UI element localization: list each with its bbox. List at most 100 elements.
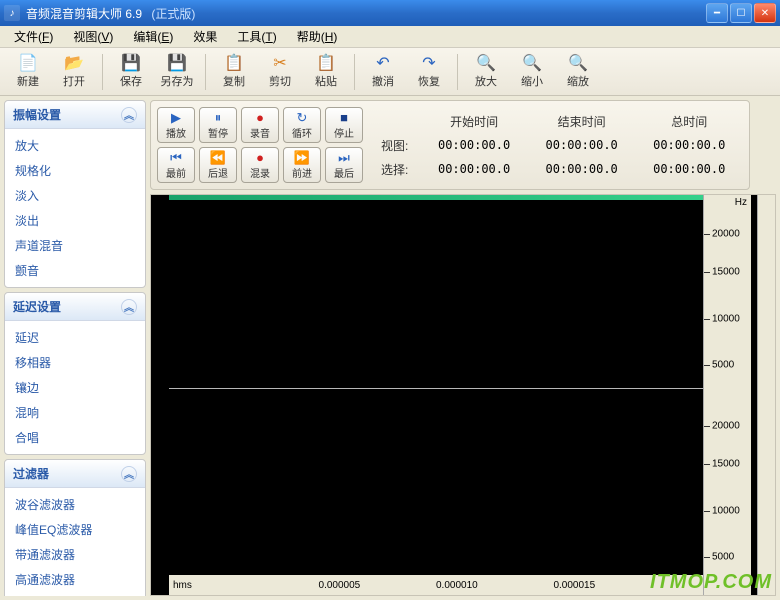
sidebar-item-淡入[interactable]: 淡入 xyxy=(5,183,145,208)
sidebar-item-低通滤波器[interactable]: 低通滤波器 xyxy=(5,592,145,596)
y-tick: 15000 xyxy=(712,267,740,278)
first-button[interactable]: ⏮最前 xyxy=(157,147,195,183)
y-tick: 10000 xyxy=(712,505,740,516)
loop-icon: ↻ xyxy=(297,111,308,124)
record-icon: ● xyxy=(256,111,264,124)
spec-right-gutter xyxy=(757,195,775,595)
time-header: 总时间 xyxy=(643,113,735,130)
sidebar-item-镶边[interactable]: 镶边 xyxy=(5,375,145,400)
sidebar-item-高通滤波器[interactable]: 高通滤波器 xyxy=(5,567,145,592)
paste-button[interactable]: 📋粘贴 xyxy=(304,50,348,94)
forward-button[interactable]: ⏩前进 xyxy=(283,147,321,183)
content: ▶播放⏸暂停●录音↻循环■停止 ⏮最前⏪后退●混录⏩前进⏭最后 开始时间结束时间… xyxy=(150,100,776,596)
play-button[interactable]: ▶播放 xyxy=(157,107,195,143)
time-value: 00:00:00.0 xyxy=(536,162,628,176)
mix-button[interactable]: ●混录 xyxy=(241,147,279,183)
first-icon: ⏮ xyxy=(170,151,182,164)
spec-ruler-y: Hz 2000015000100005000200001500010000500… xyxy=(703,195,751,595)
sidebar-item-合唱[interactable]: 合唱 xyxy=(5,425,145,450)
stop-icon: ■ xyxy=(340,111,348,124)
menu-帮助[interactable]: 帮助(H) xyxy=(287,26,348,47)
sidebar-item-移相器[interactable]: 移相器 xyxy=(5,350,145,375)
new-icon: 📄 xyxy=(19,54,37,72)
app-icon: ♪ xyxy=(4,5,20,21)
menu-文件[interactable]: 文件(F) xyxy=(4,26,63,47)
menu-工具[interactable]: 工具(T) xyxy=(227,26,286,47)
cut-icon: ✂ xyxy=(271,54,289,72)
panel-filter: 过滤器︽波谷滤波器峰值EQ滤波器带通滤波器高通滤波器低通滤波器高频提升低频提升 xyxy=(4,459,146,596)
spec-canvas[interactable] xyxy=(169,201,703,575)
mix-icon: ● xyxy=(256,151,264,164)
new-button[interactable]: 📄新建 xyxy=(6,50,50,94)
save-icon: 💾 xyxy=(122,54,140,72)
panel-header-filter[interactable]: 过滤器︽ xyxy=(5,460,145,488)
sidebar-item-声道混音[interactable]: 声道混音 xyxy=(5,233,145,258)
loop-button[interactable]: ↻循环 xyxy=(283,107,321,143)
sidebar-item-带通滤波器[interactable]: 带通滤波器 xyxy=(5,542,145,567)
last-button[interactable]: ⏭最后 xyxy=(325,147,363,183)
spec-divider xyxy=(169,388,703,389)
minimize-button[interactable]: ━ xyxy=(706,3,728,23)
spectrogram-area: hms 0.0000050.0000100.000015 Hz 20000150… xyxy=(150,194,776,596)
zoomin-button[interactable]: 🔍放大 xyxy=(464,50,508,94)
cut-button[interactable]: ✂剪切 xyxy=(258,50,302,94)
close-button[interactable]: ✕ xyxy=(754,3,776,23)
spec-left-gutter xyxy=(151,195,169,595)
menu-视图[interactable]: 视图(V) xyxy=(63,26,123,47)
panel-header-delay[interactable]: 延迟设置︽ xyxy=(5,293,145,321)
maximize-button[interactable]: ☐ xyxy=(730,3,752,23)
sidebar: 振幅设置︽ 放大规格化淡入淡出声道混音颤音延迟设置︽ 延迟移相器镶边混响合唱过滤器︽… xyxy=(4,100,146,596)
back-icon: ⏪ xyxy=(210,151,226,164)
open-button[interactable]: 📂打开 xyxy=(52,50,96,94)
chevron-up-icon: ︽ xyxy=(121,299,137,315)
y-unit-label: Hz xyxy=(704,195,751,211)
sidebar-item-颤音[interactable]: 颤音 xyxy=(5,258,145,283)
record-button[interactable]: ●录音 xyxy=(241,107,279,143)
zoom-icon: 🔍 xyxy=(569,54,587,72)
saveas-button[interactable]: 💾另存为 xyxy=(155,50,199,94)
time-value: 00:00:00.0 xyxy=(643,138,735,152)
x-unit-label: hms xyxy=(173,580,192,591)
transport-buttons: ▶播放⏸暂停●录音↻循环■停止 ⏮最前⏪后退●混录⏩前进⏭最后 xyxy=(157,107,363,183)
menu-编辑[interactable]: 编辑(E) xyxy=(123,26,183,47)
pause-icon: ⏸ xyxy=(215,111,222,124)
menu-效果[interactable]: 效果 xyxy=(183,26,227,47)
sidebar-item-峰值EQ滤波器[interactable]: 峰值EQ滤波器 xyxy=(5,517,145,542)
back-button[interactable]: ⏪后退 xyxy=(199,147,237,183)
sidebar-item-波谷滤波器[interactable]: 波谷滤波器 xyxy=(5,492,145,517)
zoomin-icon: 🔍 xyxy=(477,54,495,72)
open-icon: 📂 xyxy=(65,54,83,72)
save-button[interactable]: 💾保存 xyxy=(109,50,153,94)
copy-button[interactable]: 📋复制 xyxy=(212,50,256,94)
time-value: 00:00:00.0 xyxy=(643,162,735,176)
sidebar-item-放大[interactable]: 放大 xyxy=(5,133,145,158)
toolbar: 📄新建📂打开 💾保存💾另存为 📋复制✂剪切📋粘贴 ↶撤消↷恢复 🔍放大🔍缩小🔍缩放 xyxy=(0,48,780,96)
time-header: 开始时间 xyxy=(428,113,520,130)
chevron-up-icon: ︽ xyxy=(121,466,137,482)
stop-button[interactable]: ■停止 xyxy=(325,107,363,143)
pause-button[interactable]: ⏸暂停 xyxy=(199,107,237,143)
sidebar-item-规格化[interactable]: 规格化 xyxy=(5,158,145,183)
paste-icon: 📋 xyxy=(317,54,335,72)
time-grid: 开始时间结束时间总时间视图:00:00:00.000:00:00.000:00:… xyxy=(373,107,743,183)
chevron-up-icon: ︽ xyxy=(121,107,137,123)
forward-icon: ⏩ xyxy=(294,151,310,164)
y-tick: 5000 xyxy=(712,551,734,562)
zoom-button[interactable]: 🔍缩放 xyxy=(556,50,600,94)
time-row-label: 选择: xyxy=(381,161,412,178)
undo-icon: ↶ xyxy=(374,54,392,72)
sidebar-item-延迟[interactable]: 延迟 xyxy=(5,325,145,350)
sidebar-item-混响[interactable]: 混响 xyxy=(5,400,145,425)
time-value: 00:00:00.0 xyxy=(428,162,520,176)
transport-panel: ▶播放⏸暂停●录音↻循环■停止 ⏮最前⏪后退●混录⏩前进⏭最后 开始时间结束时间… xyxy=(150,100,750,190)
redo-button[interactable]: ↷恢复 xyxy=(407,50,451,94)
sidebar-item-淡出[interactable]: 淡出 xyxy=(5,208,145,233)
panel-header-amplitude[interactable]: 振幅设置︽ xyxy=(5,101,145,129)
last-icon: ⏭ xyxy=(338,151,350,164)
menubar: 文件(F)视图(V)编辑(E)效果工具(T)帮助(H) xyxy=(0,26,780,48)
time-value: 00:00:00.0 xyxy=(428,138,520,152)
undo-button[interactable]: ↶撤消 xyxy=(361,50,405,94)
x-tick: 0.000005 xyxy=(319,580,361,591)
zoomout-button[interactable]: 🔍缩小 xyxy=(510,50,554,94)
panel-delay: 延迟设置︽ 延迟移相器镶边混响合唱 xyxy=(4,292,146,455)
